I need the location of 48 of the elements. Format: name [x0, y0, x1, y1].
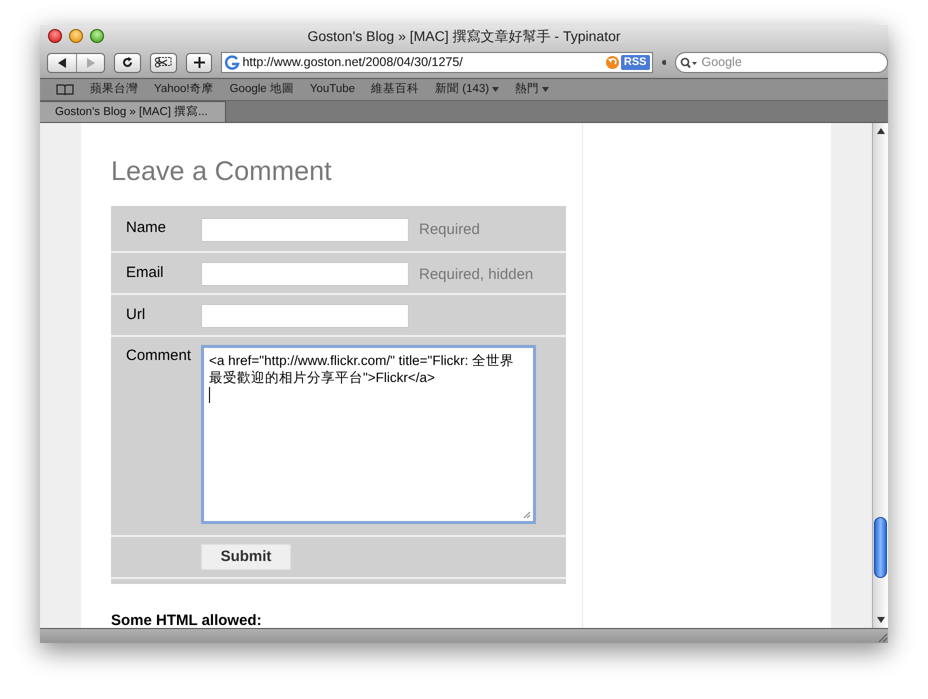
book-icon[interactable] [56, 84, 74, 96]
field-label: Comment [126, 346, 192, 366]
scissors-icon [154, 57, 172, 68]
field-label: Url [126, 304, 146, 325]
hint-text: Required [419, 220, 480, 240]
text-cursor [209, 387, 210, 403]
window-title: Goston's Blog » [MAC] 撰寫文章好幫手 - Typinator [307, 26, 621, 46]
note-text: Some HTML allowed: [111, 611, 262, 631]
vertical-scrollbar[interactable] [872, 123, 888, 628]
site-icon [224, 54, 240, 70]
plus-icon [194, 57, 205, 68]
search-icon [680, 56, 698, 68]
reload-icon [122, 57, 133, 68]
back-icon [58, 58, 66, 68]
add-bookmark-button[interactable] [186, 52, 212, 72]
scroll-thumb[interactable] [874, 517, 887, 578]
rss-badge[interactable]: RSS [620, 55, 650, 70]
text-field[interactable] [201, 304, 409, 328]
resize-grip-icon[interactable] [877, 632, 888, 643]
scroll-up-icon[interactable] [876, 127, 884, 135]
bookmark-item[interactable]: 新聞 (143) [435, 80, 500, 98]
minimize-button[interactable] [69, 29, 83, 43]
forward-icon [86, 58, 94, 68]
bookmark-item[interactable]: 維基百科 [371, 80, 420, 98]
scroll-down-icon[interactable] [876, 616, 884, 624]
bookmark-item[interactable]: Yahoo!奇摩 [154, 80, 214, 98]
dropdown-arrow-icon [542, 87, 550, 92]
field-label: Email [126, 262, 165, 283]
field-label: Name [126, 218, 168, 238]
text-field[interactable] [201, 262, 409, 286]
bookmark-item[interactable]: 熱門 [515, 80, 550, 98]
dropdown-arrow-icon [492, 87, 500, 92]
zoom-button[interactable] [90, 29, 104, 43]
resize-grip-icon[interactable] [523, 511, 531, 519]
hint-text: Required, hidden [419, 264, 534, 285]
bookmark-item[interactable]: Google 地圖 [230, 80, 294, 98]
bookmark-item[interactable]: 蘋果台灣 [90, 80, 138, 98]
close-button[interactable] [48, 29, 62, 43]
submit-button[interactable]: Submit [201, 544, 291, 570]
search-field[interactable]: Google [675, 52, 888, 73]
section-heading: Leave a Comment [111, 155, 332, 188]
snippet-button[interactable] [150, 52, 177, 72]
address-field[interactable]: http://www.goston.net/2008/04/30/1275/ RSS [221, 52, 652, 73]
browser-tab[interactable]: Goston's Blog » [MAC] 撰寫... [40, 101, 226, 122]
comment-field[interactable]: <a href="http://www.flickr.com/" title="Flickr: 全世界最受歡迎的相片分享平台">Flickr</a> [201, 345, 536, 524]
text-field[interactable] [201, 218, 409, 242]
bookmark-item[interactable]: YouTube [310, 80, 356, 98]
reload-button[interactable] [114, 52, 141, 72]
